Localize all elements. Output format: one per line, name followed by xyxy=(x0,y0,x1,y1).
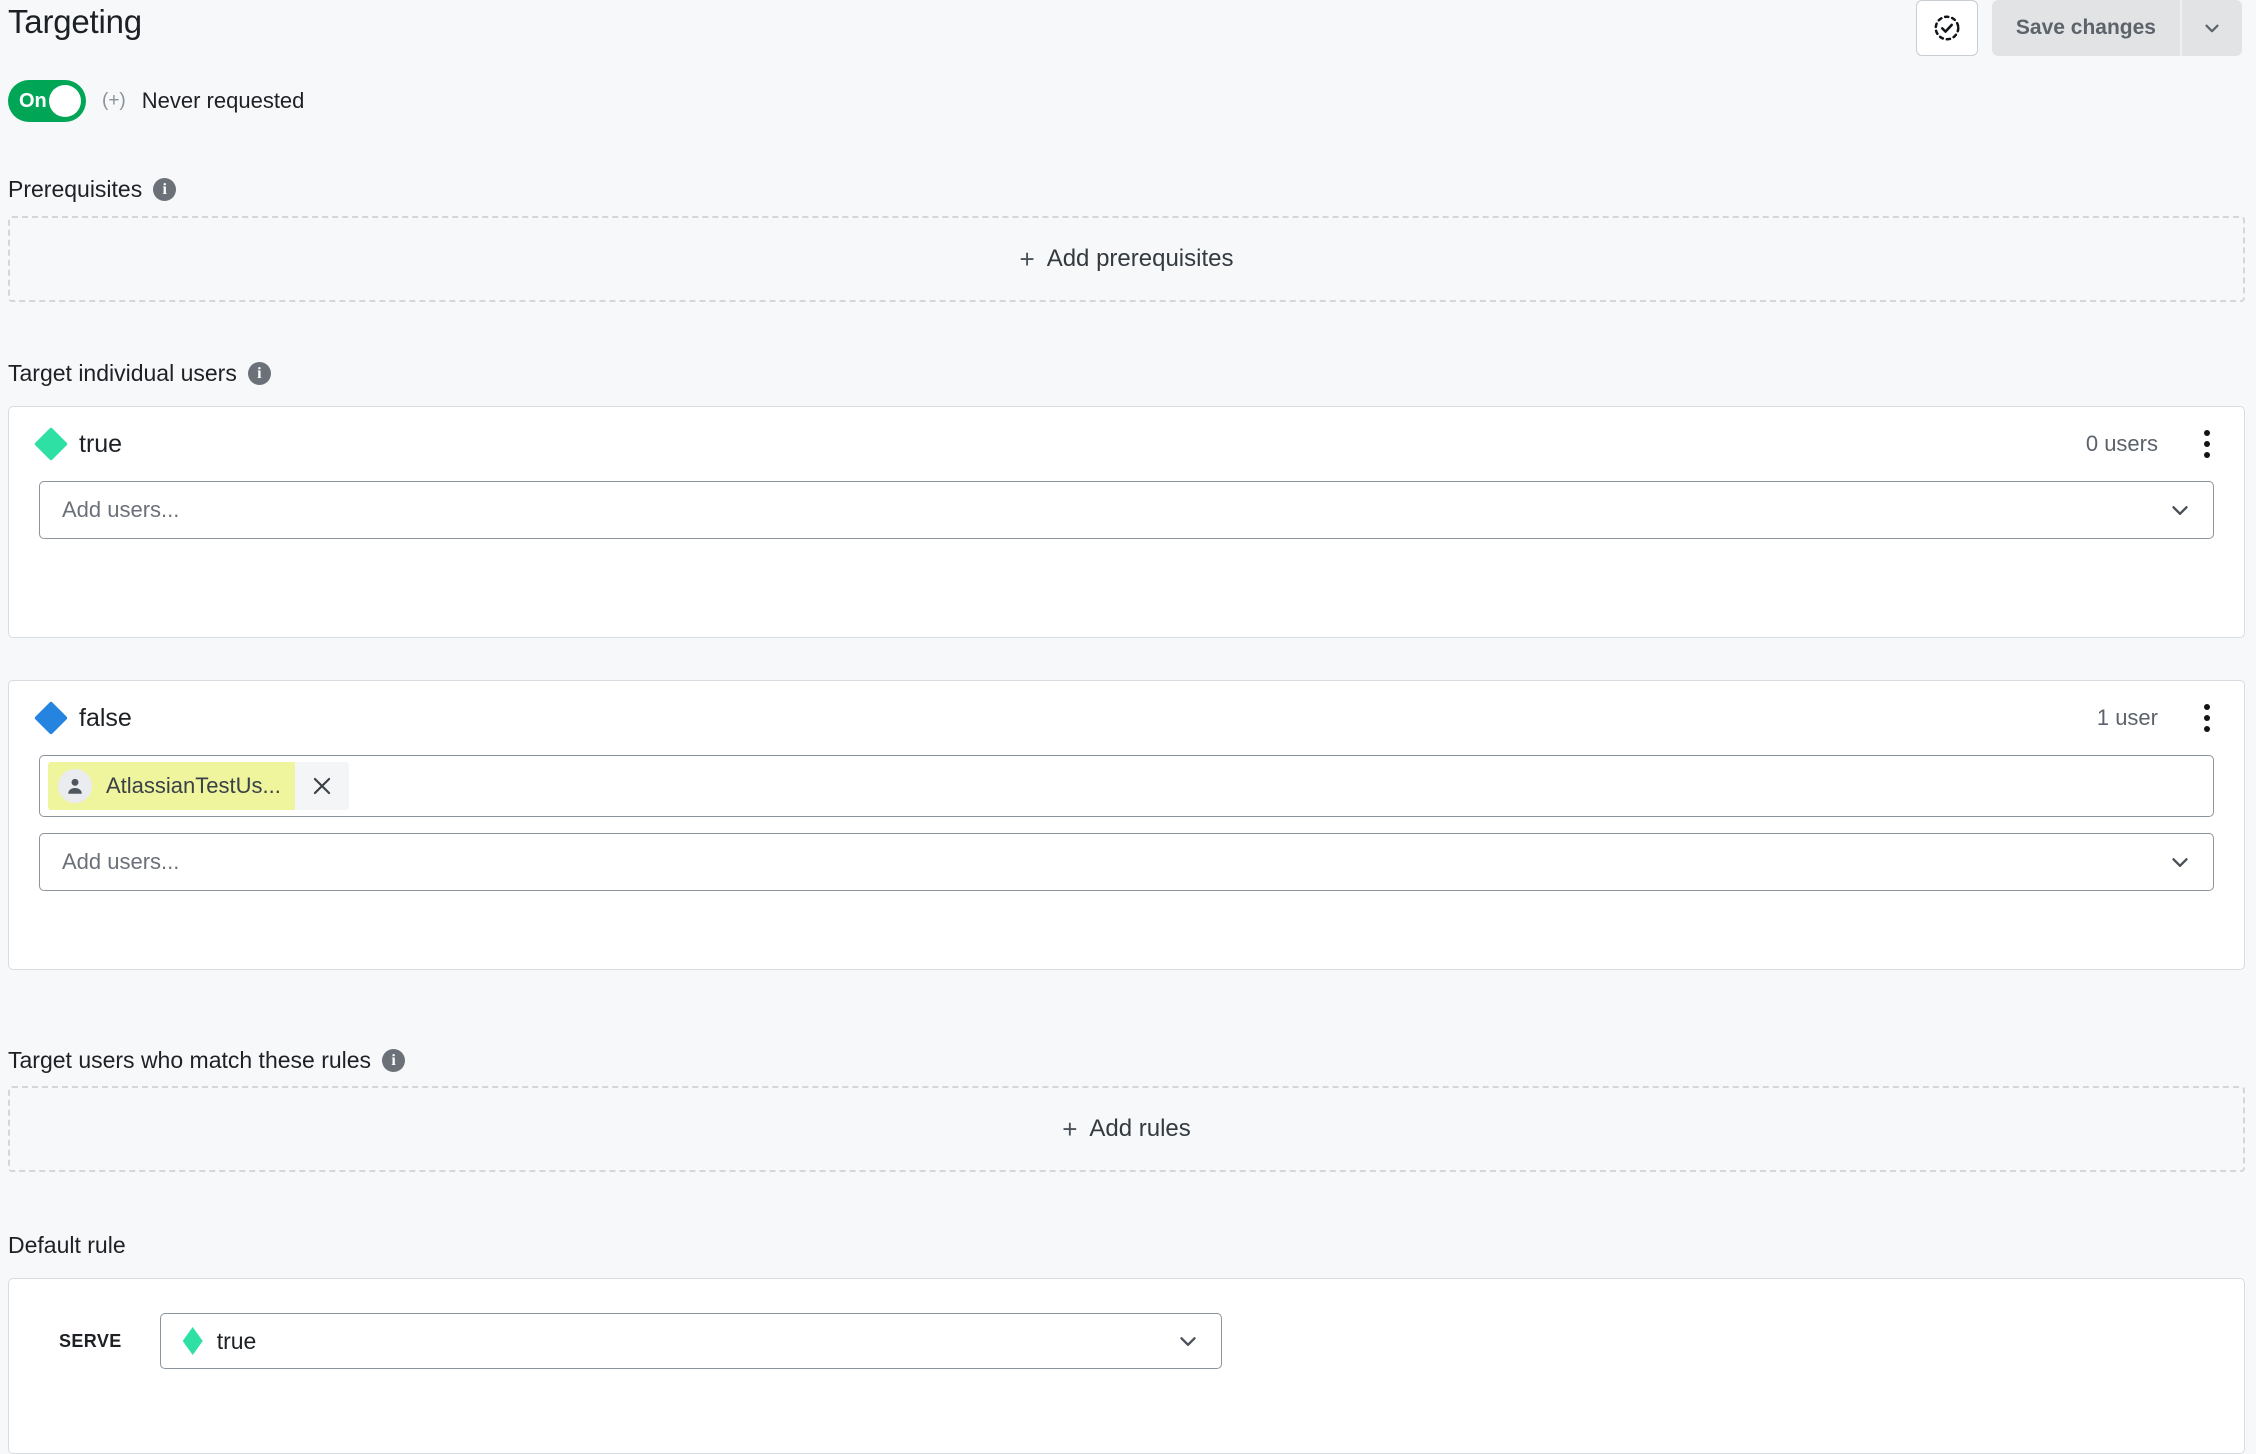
plus-icon: + xyxy=(1019,243,1035,274)
header-actions: Save changes xyxy=(1915,0,2242,56)
add-users-placeholder: Add users... xyxy=(62,497,180,522)
flag-toggle-label: On xyxy=(19,89,47,112)
serve-label: SERVE xyxy=(59,1330,122,1351)
variation-card-header: true 0 users xyxy=(9,407,2244,481)
user-count: 0 users xyxy=(2085,431,2158,456)
info-icon[interactable]: i xyxy=(247,362,271,385)
check-circle-dashed-icon xyxy=(1934,15,1960,41)
chevron-down-icon[interactable] xyxy=(2167,497,2193,523)
info-icon[interactable]: i xyxy=(382,1049,406,1072)
serve-value-label: true xyxy=(216,1327,257,1354)
variation-diamond-icon xyxy=(34,701,68,735)
close-icon xyxy=(313,777,330,795)
remove-user-chip-button[interactable] xyxy=(294,762,349,810)
targeting-page: Targeting Save changes On (+) Never requ… xyxy=(0,0,2256,1454)
add-users-field-wrap-false: AtlassianTestUs... Add users... xyxy=(9,755,2244,921)
add-prerequisites-box[interactable]: + Add prerequisites xyxy=(8,216,2245,302)
serve-variation-select[interactable]: true xyxy=(159,1313,1222,1369)
user-chip[interactable]: AtlassianTestUs... xyxy=(48,762,349,810)
add-prerequisites-label: + Add prerequisites xyxy=(1020,244,1234,275)
chevron-down-icon xyxy=(2205,24,2219,33)
default-rule-label: Default rule xyxy=(8,1232,126,1258)
request-status-text: Never requested xyxy=(141,88,305,113)
user-count: 1 user xyxy=(2096,705,2158,730)
save-changes-dropdown-button[interactable] xyxy=(2180,0,2242,56)
plus-icon: + xyxy=(1062,1113,1078,1144)
flag-toggle-knob xyxy=(49,85,81,117)
variation-card-header: false 1 user xyxy=(9,681,2244,755)
page-header: Targeting Save changes xyxy=(0,0,2256,62)
person-icon xyxy=(58,769,92,803)
prerequisites-label: Prerequisites xyxy=(8,176,143,202)
add-rules-box[interactable]: + Add rules xyxy=(8,1086,2245,1172)
selected-users-field[interactable]: AtlassianTestUs... xyxy=(39,755,2214,817)
add-rules-text: Add rules xyxy=(1089,1115,1191,1142)
add-prerequisites-text: Add prerequisites xyxy=(1046,245,1234,272)
flag-toggle[interactable]: On xyxy=(8,80,86,122)
save-changes-button[interactable]: Save changes xyxy=(1991,0,2180,56)
info-icon[interactable]: i xyxy=(153,178,177,201)
person-icon-glyph xyxy=(68,778,82,794)
variation-diamond-icon xyxy=(34,427,68,461)
variation-card-meta: 1 user xyxy=(2097,700,2220,736)
target-rules-label: Target users who match these rules xyxy=(8,1047,372,1073)
flag-status-row: On (+) Never requested xyxy=(8,80,304,122)
variation-label: false xyxy=(79,703,132,732)
add-users-field-wrap-true: Add users... xyxy=(9,481,2244,569)
add-users-input-true[interactable]: Add users... xyxy=(39,481,2214,539)
serve-row: SERVE true xyxy=(9,1279,2244,1403)
variation-name-true: true xyxy=(34,427,123,461)
user-chip-main[interactable]: AtlassianTestUs... xyxy=(48,762,295,810)
more-vertical-icon[interactable] xyxy=(2194,426,2220,462)
prerequisites-heading: Prerequisites i xyxy=(8,176,177,203)
variation-label: true xyxy=(79,429,123,458)
add-users-input-false[interactable]: Add users... xyxy=(39,833,2214,891)
target-individual-users-heading: Target individual users i xyxy=(8,360,271,387)
more-vertical-icon[interactable] xyxy=(2194,700,2220,736)
add-rules-label: + Add rules xyxy=(1062,1114,1191,1145)
variation-name-false: false xyxy=(34,701,132,735)
variation-diamond-icon xyxy=(182,1327,203,1355)
variation-card-meta: 0 users xyxy=(2086,426,2220,462)
serve-selected-value: true xyxy=(182,1327,257,1355)
user-chip-label: AtlassianTestUs... xyxy=(106,773,281,798)
chevron-down-icon[interactable] xyxy=(2167,849,2193,875)
target-individual-users-label: Target individual users xyxy=(8,360,237,386)
target-rules-heading: Target users who match these rules i xyxy=(8,1047,406,1074)
plus-marker: (+) xyxy=(102,90,126,111)
check-circle-dashed-icon-button[interactable] xyxy=(1915,0,1978,56)
variation-card-false: false 1 user AtlassianTestUs... Add user… xyxy=(8,680,2245,970)
page-title: Targeting xyxy=(8,3,142,40)
save-changes-group[interactable]: Save changes xyxy=(1991,0,2242,56)
add-users-placeholder: Add users... xyxy=(62,849,180,874)
default-rule-card: SERVE true xyxy=(8,1278,2245,1454)
variation-card-true: true 0 users Add users... xyxy=(8,406,2245,638)
chevron-down-icon[interactable] xyxy=(1175,1328,1201,1354)
default-rule-heading: Default rule xyxy=(8,1232,126,1259)
